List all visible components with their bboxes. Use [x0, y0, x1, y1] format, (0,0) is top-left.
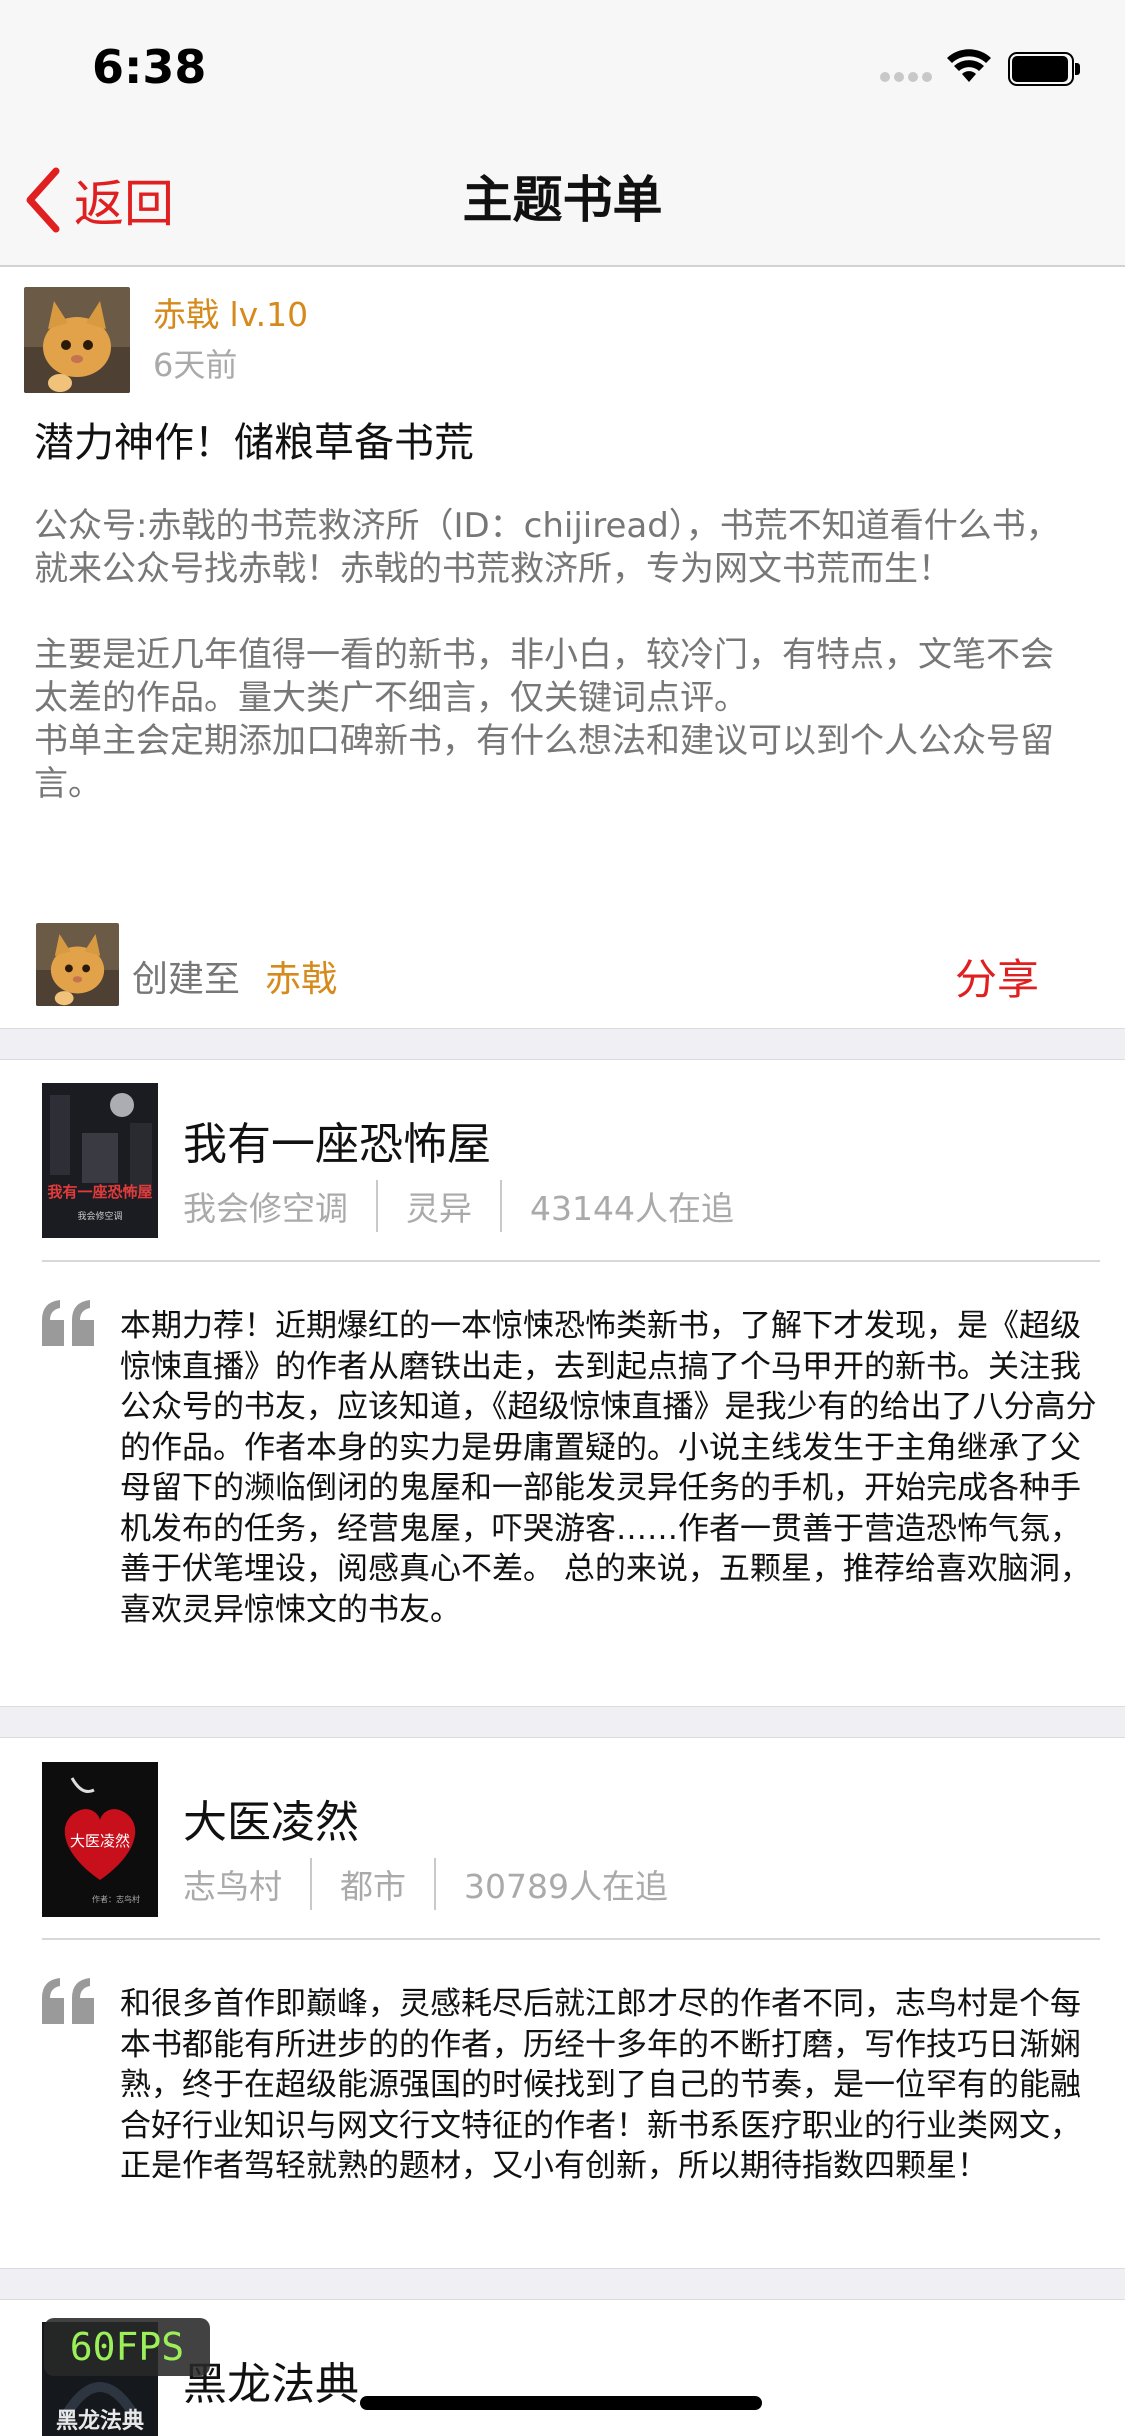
divider: [42, 1938, 1100, 1940]
user-avatar[interactable]: [24, 287, 130, 393]
post-time: 6天前: [153, 346, 238, 384]
book-review: 和很多首作即巅峰，灵感耗尽后就江郎才尽的作者不同，志鸟村是个每本书都能有所进步的…: [120, 1986, 1081, 2184]
created-by-label: 创建至: [132, 959, 241, 1000]
book-title[interactable]: 大医凌然: [183, 1786, 359, 1850]
section-divider: [0, 1028, 1125, 1060]
creator-avatar[interactable]: [36, 923, 119, 1006]
booklist-description: 公众号:赤戟的书荒救济所（ID：chijiread），书荒不知道看什么书，就来公…: [34, 505, 1084, 806]
divider: [42, 1260, 1100, 1262]
creator-link[interactable]: 赤戟: [265, 950, 337, 1002]
page-title: 主题书单: [462, 171, 663, 229]
quote-icon: [42, 1978, 94, 2024]
cover-title-text: 我有一座恐怖屋: [47, 1183, 152, 1201]
share-button[interactable]: 分享: [955, 946, 1039, 1007]
book-category: 灵异: [406, 1189, 472, 1228]
description-paragraph: 公众号:赤戟的书荒救济所（ID：chijiread），书荒不知道看什么书，就来公…: [34, 506, 1060, 589]
section-divider: [0, 1706, 1125, 1738]
status-time: 6:38: [92, 40, 207, 94]
description-paragraph: 书单主会定期添加口碑新书，有什么想法和建议可以到个人公众号留言。: [34, 721, 1054, 804]
description-paragraph: 主要是近几年值得一看的新书，非小白，较冷门，有特点，文笔不会太差的作品。量大类广…: [34, 635, 1054, 718]
book-cover[interactable]: 我有一座恐怖屋 我会修空调: [42, 1083, 158, 1238]
book-cover[interactable]: 大医凌然 作者：志鸟村: [42, 1762, 158, 1917]
book-title[interactable]: 我有一座恐怖屋: [183, 1108, 491, 1172]
cover-title-text: 大医凌然: [70, 1832, 130, 1850]
status-bar: 6:38: [0, 0, 1125, 135]
book-review: 本期力荐！近期爆红的一本惊悚恐怖类新书，了解下才发现，是《超级惊悚直播》的作者从…: [120, 1308, 1097, 1628]
book-category: 都市: [340, 1867, 406, 1906]
cover-author-text: 作者：志鸟村: [92, 1894, 140, 1904]
book-followers: 30789人在追: [464, 1867, 668, 1906]
quote-icon: [42, 1300, 94, 1346]
book-meta: 我会修空调 灵异 43144人在追: [183, 1180, 734, 1232]
navigation-bar: 返回 主题书单: [0, 135, 1125, 267]
wifi-icon: [947, 49, 991, 82]
user-name[interactable]: 赤戟 lv.10: [153, 288, 308, 336]
cover-title-text: 黑龙法典: [56, 2408, 144, 2434]
book-author[interactable]: 我会修空调: [183, 1182, 348, 1230]
battery-icon: [1008, 52, 1080, 86]
booklist-title: 潜力神作！储粮草备书荒: [34, 420, 474, 466]
book-followers: 43144人在追: [530, 1189, 734, 1228]
cellular-signal-icon: [880, 72, 934, 82]
book-author[interactable]: 志鸟村: [183, 1860, 282, 1908]
home-indicator[interactable]: [360, 2396, 762, 2410]
section-divider: [0, 2268, 1125, 2300]
fps-counter: 60FPS: [44, 2318, 210, 2376]
cover-author-text: 我会修空调: [77, 1210, 122, 1222]
book-meta: 志鸟村 都市 30789人在追: [183, 1858, 668, 1910]
